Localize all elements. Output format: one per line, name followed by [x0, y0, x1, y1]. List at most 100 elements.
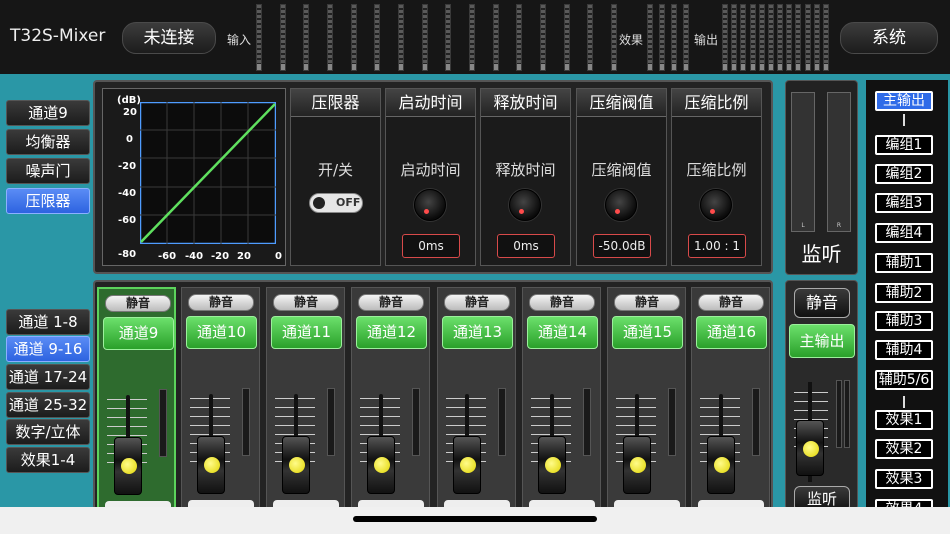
- channel-name-button[interactable]: 通道12: [356, 316, 427, 349]
- channel-fader[interactable]: [453, 436, 481, 494]
- mute-button[interactable]: 静音: [444, 294, 510, 311]
- threshold-knob[interactable]: [605, 189, 637, 221]
- toggle-state: OFF: [336, 196, 361, 209]
- tab-channels-9-16[interactable]: 通道 9-16: [6, 336, 90, 362]
- bus-button[interactable]: 辅助2: [875, 283, 933, 303]
- channel-name-button[interactable]: 通道13: [442, 316, 513, 349]
- bus-button[interactable]: 编组4: [875, 223, 933, 243]
- channel-fader[interactable]: [538, 436, 566, 494]
- transfer-curve: [140, 102, 276, 244]
- y-tick: -60: [118, 215, 137, 226]
- ratio-value[interactable]: 1.00 : 1: [688, 234, 746, 258]
- mute-button[interactable]: 静音: [698, 294, 764, 311]
- mute-button[interactable]: 静音: [614, 294, 680, 311]
- fader-cap-icon: [460, 457, 476, 473]
- bus-button[interactable]: 效果2: [875, 439, 933, 459]
- level-meter: [469, 4, 475, 71]
- x-tick: 0: [275, 251, 282, 262]
- master-level-meter: [836, 380, 842, 448]
- level-meter: [540, 4, 546, 71]
- channel-name-button[interactable]: 通道9: [103, 317, 174, 350]
- level-meter: [445, 4, 451, 71]
- bus-button[interactable]: 辅助3: [875, 311, 933, 331]
- bus-button[interactable]: 辅助5/6: [875, 370, 933, 390]
- limiter-title: 压限器: [291, 89, 380, 117]
- mute-button[interactable]: 静音: [105, 295, 171, 312]
- threshold-panel: 压缩阀值 压缩阀值 -50.0dB: [576, 88, 667, 266]
- tab-channels-1-8[interactable]: 通道 1-8: [6, 309, 90, 335]
- attack-title: 启动时间: [386, 89, 475, 117]
- tab-compressor[interactable]: 压限器: [6, 188, 90, 214]
- attack-value[interactable]: 0ms: [402, 234, 460, 258]
- mute-button[interactable]: 静音: [529, 294, 595, 311]
- tab-digital-stereo[interactable]: 数字/立体: [6, 419, 90, 445]
- channel-level-meter: [752, 388, 760, 456]
- connect-button[interactable]: 未连接: [122, 22, 216, 54]
- ratio-title: 压缩比例: [672, 89, 761, 117]
- attack-knob[interactable]: [414, 189, 446, 221]
- level-meter: [280, 4, 286, 71]
- fader-cap-icon: [803, 441, 819, 457]
- fader-cap-icon: [630, 457, 646, 473]
- y-tick: -40: [118, 188, 137, 199]
- channel-fader[interactable]: [367, 436, 395, 494]
- tab-gate[interactable]: 噪声门: [6, 158, 90, 184]
- mute-button[interactable]: 静音: [188, 294, 254, 311]
- bus-button[interactable]: 编组2: [875, 164, 933, 184]
- bus-divider: [903, 396, 905, 408]
- mute-button[interactable]: 静音: [273, 294, 339, 311]
- threshold-value[interactable]: -50.0dB: [593, 234, 651, 258]
- tab-effects-1-4[interactable]: 效果1-4: [6, 447, 90, 473]
- bus-button[interactable]: 主输出: [875, 91, 933, 111]
- channel-fader[interactable]: [623, 436, 651, 494]
- channel-fader[interactable]: [707, 436, 735, 494]
- channel-fader[interactable]: [282, 436, 310, 494]
- y-tick: -80: [118, 249, 137, 260]
- y-tick: -20: [118, 161, 137, 172]
- level-meter: [647, 4, 653, 71]
- bus-button[interactable]: 编组1: [875, 135, 933, 155]
- channel-name-button[interactable]: 通道14: [527, 316, 598, 349]
- ratio-panel: 压缩比例 压缩比例 1.00 : 1: [671, 88, 762, 266]
- release-title: 释放时间: [481, 89, 570, 117]
- bus-button[interactable]: 效果3: [875, 469, 933, 489]
- channel-fader[interactable]: [197, 436, 225, 494]
- channel-name-button[interactable]: 通道16: [696, 316, 767, 349]
- tab-channels-17-24[interactable]: 通道 17-24: [6, 364, 90, 390]
- bus-button[interactable]: 辅助4: [875, 340, 933, 360]
- channel-level-meter: [242, 388, 250, 456]
- bus-button[interactable]: 效果1: [875, 410, 933, 430]
- level-meter: [422, 4, 428, 71]
- master-name[interactable]: 主输出: [789, 324, 855, 358]
- app-title: T32S-Mixer: [10, 26, 106, 46]
- channel-strip: 静音通道11: [266, 287, 345, 510]
- tab-channels-25-32[interactable]: 通道 25-32: [6, 392, 90, 418]
- ratio-knob[interactable]: [700, 189, 732, 221]
- level-meter: [587, 4, 593, 71]
- channel-strip: 静音通道13: [437, 287, 516, 510]
- level-meter: [327, 4, 333, 71]
- ratio-label: 压缩比例: [686, 161, 747, 179]
- tab-eq[interactable]: 均衡器: [6, 129, 90, 155]
- release-value[interactable]: 0ms: [497, 234, 555, 258]
- bus-button[interactable]: 编组3: [875, 193, 933, 213]
- bus-button[interactable]: 辅助1: [875, 253, 933, 273]
- limiter-toggle[interactable]: OFF: [309, 193, 363, 213]
- channel-name-button[interactable]: 通道15: [612, 316, 683, 349]
- channel-name-button[interactable]: 通道11: [271, 316, 342, 349]
- release-knob[interactable]: [509, 189, 541, 221]
- fader-cap-icon: [714, 457, 730, 473]
- home-indicator: [353, 516, 597, 522]
- x-tick: 20: [237, 251, 251, 262]
- channel-fader[interactable]: [114, 437, 142, 495]
- channel-name-button[interactable]: 通道10: [186, 316, 257, 349]
- attack-label: 启动时间: [400, 161, 461, 179]
- tab-channel[interactable]: 通道9: [6, 100, 90, 126]
- master-fader[interactable]: [796, 420, 824, 476]
- threshold-title: 压缩阀值: [577, 89, 666, 117]
- toggle-knob: [313, 197, 325, 209]
- master-mute-button[interactable]: 静音: [794, 288, 850, 318]
- level-meter: [398, 4, 404, 71]
- system-button[interactable]: 系统: [840, 22, 938, 54]
- mute-button[interactable]: 静音: [358, 294, 424, 311]
